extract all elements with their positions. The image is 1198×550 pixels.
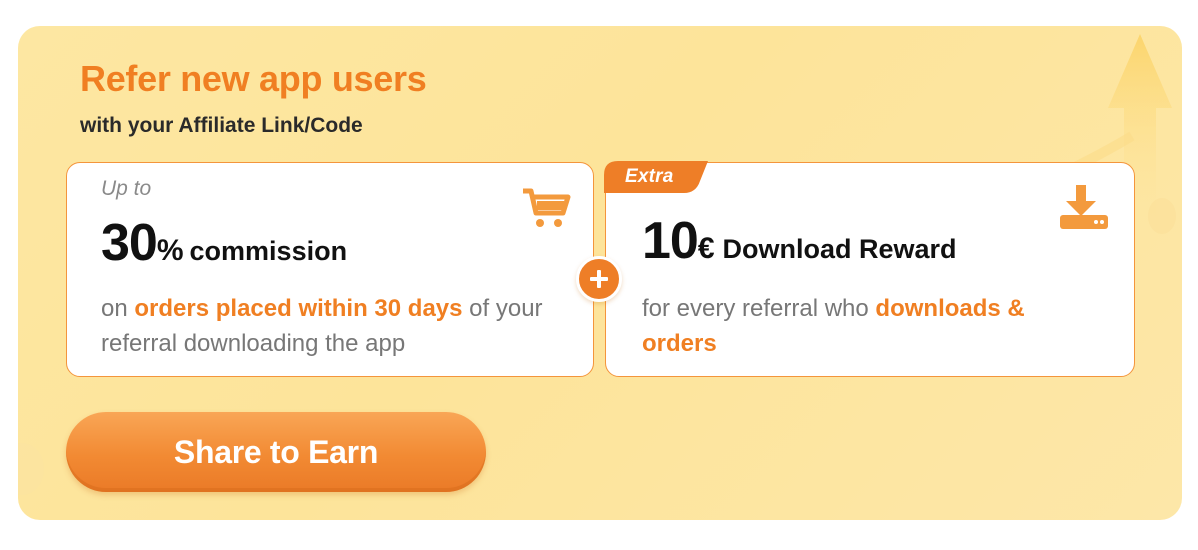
plus-icon <box>576 256 622 302</box>
share-to-earn-button[interactable]: Share to Earn <box>66 412 486 492</box>
commission-card: Up to 30% commission on orders placed wit… <box>66 162 594 377</box>
coin-decoration <box>18 443 44 495</box>
commission-unit: % <box>156 234 184 267</box>
shopping-cart-icon <box>523 188 571 227</box>
reward-description: for every referral who downloads & order… <box>642 291 1092 361</box>
share-button-label: Share to Earn <box>173 433 379 470</box>
reward-label: Download Reward <box>722 234 957 264</box>
commission-desc-before: on <box>101 295 135 322</box>
download-icon <box>1060 185 1108 229</box>
banner-subtitle: with your Affiliate Link/Code <box>80 114 363 137</box>
reward-desc-before: for every referral who <box>642 295 876 322</box>
commission-headline: 30% commission <box>101 213 347 273</box>
download-reward-card: Extra 10€ Download Reward for every refer… <box>604 161 1135 377</box>
reward-unit: € <box>697 232 715 265</box>
extra-tag: Extra <box>625 166 674 187</box>
commission-label: commission <box>189 236 348 266</box>
plus-glyph <box>590 270 608 288</box>
banner-title: Refer new app users <box>80 58 427 99</box>
commission-prefix: Up to <box>101 177 152 200</box>
referral-banner: Refer new app users with your Affiliate … <box>18 26 1182 520</box>
reward-amount: 10 <box>642 212 699 270</box>
commission-desc-highlight: orders placed within 30 days <box>134 295 463 322</box>
reward-headline: 10€ Download Reward <box>642 211 957 271</box>
commission-amount: 30 <box>101 214 158 272</box>
commission-description: on orders placed within 30 days of your … <box>101 291 571 361</box>
